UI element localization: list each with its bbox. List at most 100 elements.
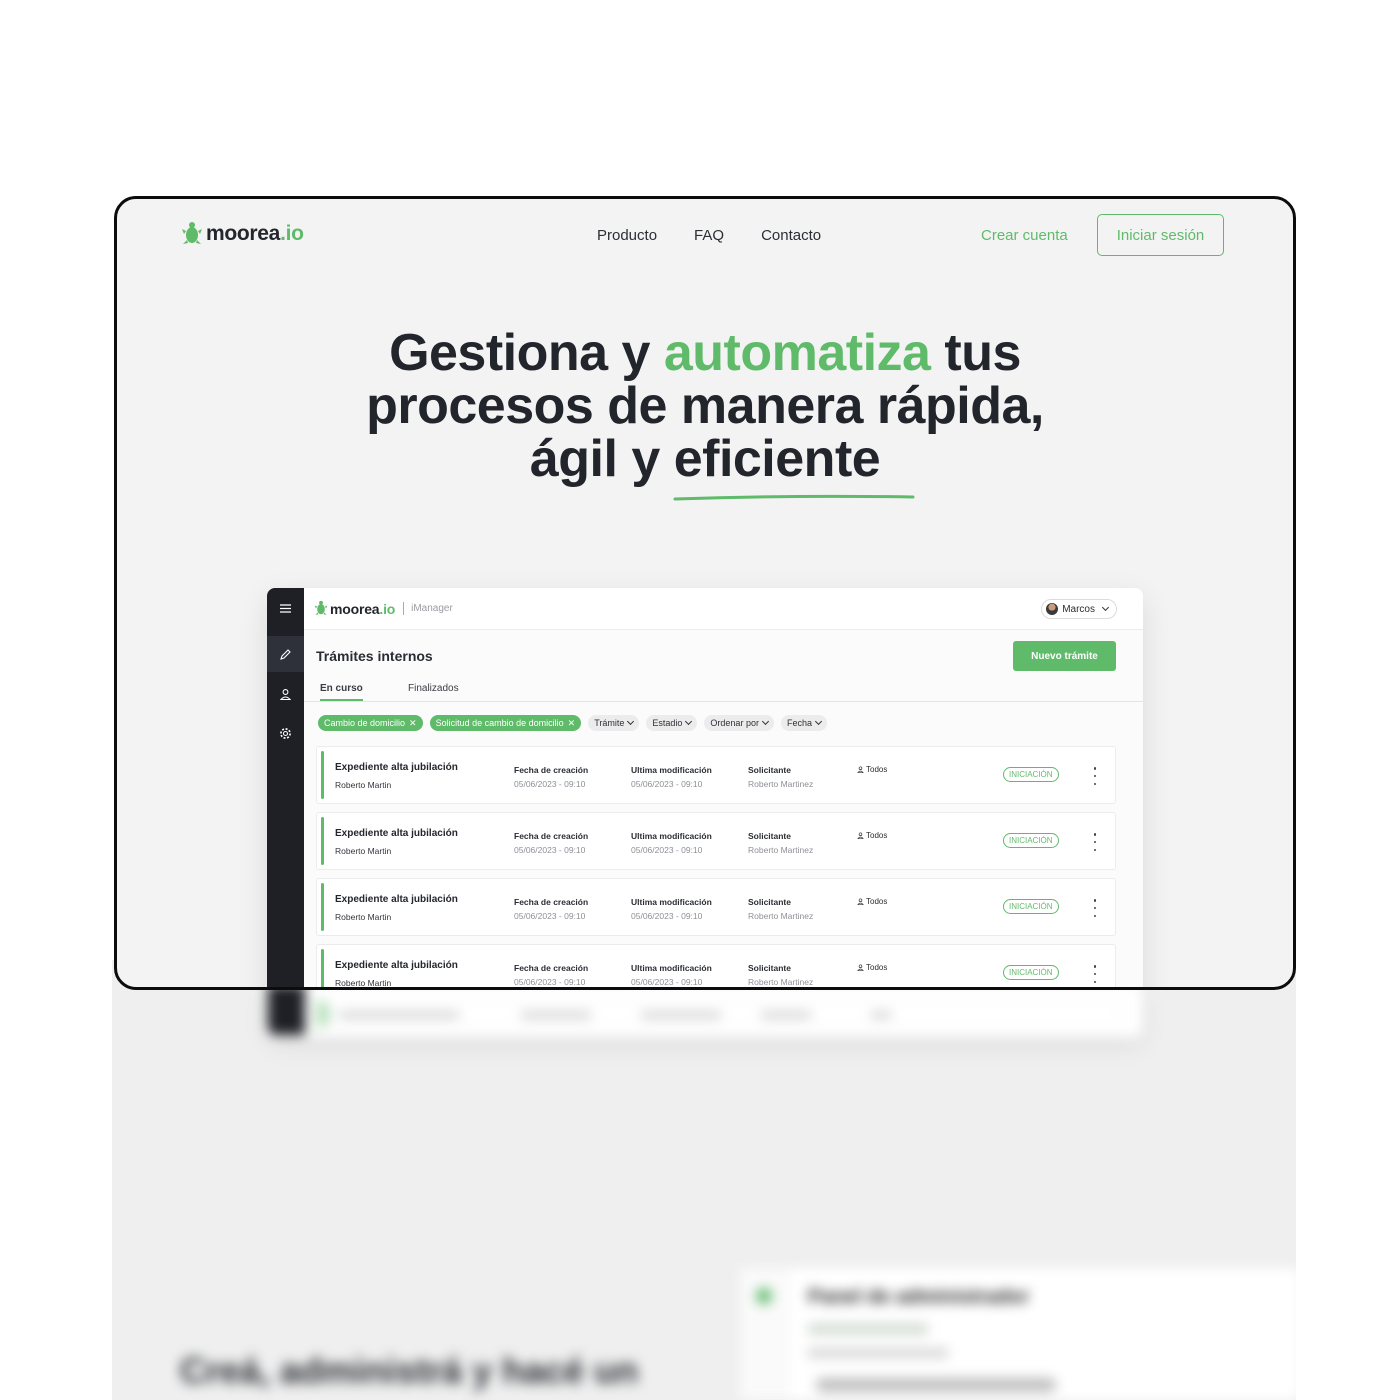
row-title: Expediente alta jubilación — [335, 894, 458, 905]
scope: Todos — [857, 765, 887, 774]
app-subtitle: iManager — [411, 603, 453, 614]
filter-label: Trámite — [594, 718, 625, 728]
app-preview-tail — [268, 985, 1142, 1037]
more-options-icon[interactable] — [1091, 899, 1099, 917]
applicant-label: Solicitante — [748, 765, 791, 775]
scope: Todos — [857, 831, 887, 840]
applicant-label: Solicitante — [748, 831, 791, 841]
logo-tld: .io — [280, 222, 304, 245]
user-icon — [857, 898, 864, 905]
user-icon — [857, 832, 864, 839]
pencil-icon[interactable] — [267, 636, 304, 672]
gear-icon[interactable] — [267, 715, 304, 751]
filter-chip-solicitud-cambio[interactable]: Solicitud de cambio de domicilio ✕ — [429, 715, 582, 731]
filter-label: Ordenar por — [710, 718, 759, 728]
login-button[interactable]: Iniciar sesión — [1097, 214, 1224, 256]
divider — [403, 602, 405, 615]
filter-tramite[interactable]: Trámite — [588, 715, 640, 731]
row-owner: Roberto Martin — [335, 978, 392, 988]
filter-fecha[interactable]: Fecha — [780, 715, 827, 731]
modified-label: Ultima modificación — [631, 963, 712, 973]
applicant-value: Roberto Martinez — [748, 845, 814, 855]
applicant-label: Solicitante — [748, 897, 791, 907]
table-row[interactable]: Expediente alta jubilación Roberto Marti… — [316, 746, 1116, 804]
row-title: Expediente alta jubilación — [335, 960, 458, 971]
table-row[interactable]: Expediente alta jubilación Roberto Marti… — [316, 944, 1116, 988]
status-badge: INICIACIÓN — [1003, 833, 1059, 848]
menu-icon[interactable] — [267, 590, 304, 626]
chevron-down-icon — [1099, 603, 1110, 612]
close-icon[interactable]: ✕ — [409, 718, 417, 729]
modified-label: Ultima modificación — [631, 765, 712, 775]
status-badge: INICIACIÓN — [1003, 899, 1059, 914]
create-account-link[interactable]: Crear cuenta — [981, 227, 1068, 244]
nav-producto[interactable]: Producto — [597, 227, 657, 244]
user-icon[interactable] — [267, 676, 304, 712]
tab-en-curso[interactable]: En curso — [320, 683, 363, 701]
tab-finalizados[interactable]: Finalizados — [408, 683, 459, 699]
created-label: Fecha de creación — [514, 963, 589, 973]
filter-label: Estadio — [652, 718, 683, 728]
row-title: Expediente alta jubilación — [335, 762, 458, 773]
close-icon[interactable]: ✕ — [568, 718, 576, 729]
more-options-icon[interactable] — [1091, 767, 1099, 785]
filter-chip-label: Cambio de domicilio — [324, 718, 406, 728]
user-icon — [857, 964, 864, 971]
app-logo-name: moorea — [330, 600, 380, 617]
row-owner: Roberto Martin — [335, 780, 392, 790]
new-procedure-button[interactable]: Nuevo trámite — [1013, 641, 1116, 671]
modified-label: Ultima modificación — [631, 831, 712, 841]
app-topbar: moorea.io iManager Marcos — [304, 588, 1143, 630]
page-title: Trámites internos — [316, 648, 433, 664]
hero-highlight: automatiza — [663, 324, 931, 382]
chevron-down-icon — [814, 717, 823, 726]
filter-label: Fecha — [786, 718, 812, 728]
table-row[interactable]: Expediente alta jubilación Roberto Marti… — [316, 878, 1116, 936]
scope: Todos — [857, 963, 887, 972]
row-owner: Roberto Martin — [335, 912, 392, 922]
more-options-icon[interactable] — [1091, 833, 1099, 851]
created-value: 05/06/2023 - 09:10 — [514, 977, 586, 987]
more-options-icon[interactable] — [1091, 965, 1099, 983]
nav-contacto[interactable]: Contacto — [761, 227, 821, 244]
created-value: 05/06/2023 - 09:10 — [514, 779, 586, 789]
site-logo[interactable]: moorea.io — [181, 221, 304, 247]
filter-ordenar[interactable]: Ordenar por — [704, 715, 774, 731]
hero-line3: ágil y eficiente — [529, 430, 881, 488]
logo-name: moorea — [206, 222, 281, 245]
row-owner: Roberto Martin — [335, 846, 392, 856]
scope: Todos — [857, 897, 887, 906]
main-nav: Producto FAQ Contacto — [597, 227, 858, 244]
table-row[interactable]: Expediente alta jubilación Roberto Marti… — [316, 812, 1116, 870]
created-value: 05/06/2023 - 09:10 — [514, 911, 586, 921]
filter-chip-cambio-domicilio[interactable]: Cambio de domicilio ✕ — [318, 715, 423, 731]
filter-chip-label: Solicitud de cambio de domicilio — [435, 718, 564, 728]
modified-value: 05/06/2023 - 09:10 — [631, 779, 703, 789]
created-value: 05/06/2023 - 09:10 — [514, 845, 586, 855]
app-sidebar — [267, 588, 304, 987]
applicant-value: Roberto Martinez — [748, 779, 814, 789]
chevron-down-icon — [627, 717, 635, 726]
modified-value: 05/06/2023 - 09:10 — [631, 845, 703, 855]
created-label: Fecha de creación — [514, 831, 589, 841]
applicant-value: Roberto Martinez — [748, 911, 814, 921]
created-label: Fecha de creación — [514, 765, 589, 775]
turtle-logo-icon — [182, 222, 202, 244]
row-title: Expediente alta jubilación — [335, 828, 458, 839]
tabs: En curso Finalizados — [304, 680, 1143, 702]
modified-value: 05/06/2023 - 09:10 — [631, 977, 703, 987]
nav-faq[interactable]: FAQ — [694, 227, 724, 244]
chevron-down-icon — [761, 717, 769, 726]
scope-label: Todos — [866, 963, 888, 972]
filter-estadio[interactable]: Estadio — [646, 715, 698, 731]
app-logo[interactable]: moorea.io iManager — [314, 600, 453, 617]
browser-frame: moorea.io Producto FAQ Contacto Crear cu… — [114, 196, 1296, 990]
chevron-down-icon — [685, 717, 693, 726]
status-badge: INICIACIÓN — [1003, 767, 1059, 782]
below-heading: Creá, administrá y hacé un — [180, 1350, 639, 1391]
turtle-logo-icon — [314, 600, 328, 615]
scope-label: Todos — [866, 831, 888, 840]
procedure-list: Expediente alta jubilación Roberto Marti… — [316, 746, 1116, 988]
user-menu[interactable]: Marcos — [1041, 599, 1117, 619]
app-preview: moorea.io iManager Marcos Trámites inter… — [267, 588, 1143, 988]
